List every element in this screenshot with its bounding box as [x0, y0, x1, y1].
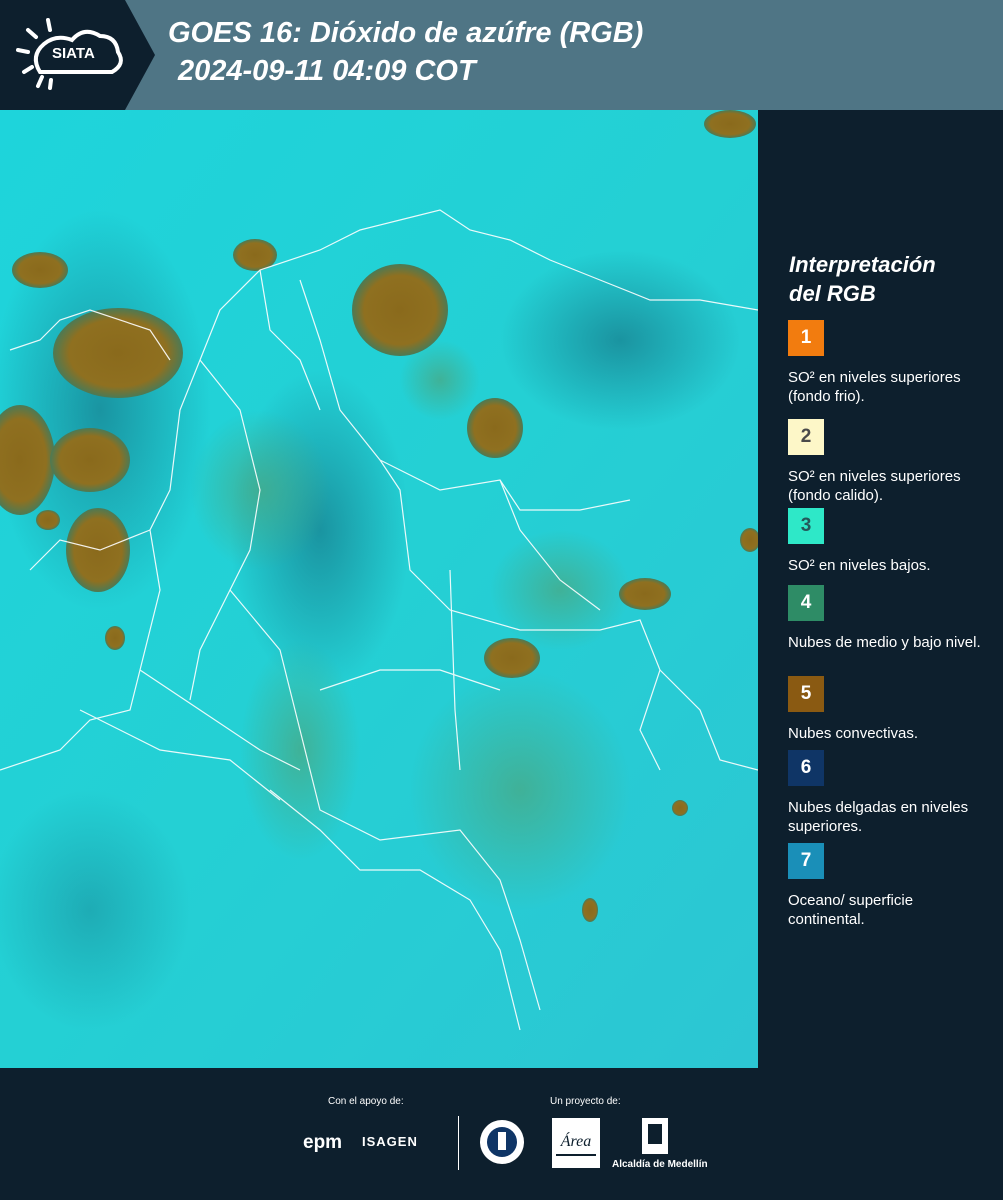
title-line-2: 2024-09-11 04:09 COT [178, 55, 476, 87]
legend-label-7: Oceano/ superficie continental. [788, 892, 914, 928]
alcaldia-seal-icon [642, 1118, 668, 1154]
epm-logo: epm [303, 1132, 343, 1153]
isagen-logo: ISAGEN [362, 1134, 418, 1149]
project-label: Un proyecto de: [550, 1096, 621, 1107]
legend-item-3: 3 SO² en niveles bajos. [788, 508, 993, 575]
legend-swatch-3: 3 [788, 508, 824, 544]
header: SIATA GOES 16: Dióxido de azúfre (RGB) 2… [0, 0, 1003, 110]
support-label: Con el apoyo de: [328, 1096, 404, 1107]
legend-swatch-2: 2 [788, 419, 824, 455]
legend-item-4: 4 Nubes de medio y bajo nivel. [788, 585, 993, 652]
legend-panel: Interpretación del RGB 1 SO² en niveles … [758, 110, 1003, 1068]
legend-label-4: Nubes de medio y bajo nivel. [788, 634, 981, 651]
footer: Con el apoyo de: Un proyecto de: epm ISA… [0, 1068, 1003, 1200]
page-title: GOES 16: Dióxido de azúfre (RGB) 2024-09… [168, 14, 643, 90]
legend-title-line-1: Interpretación [789, 252, 936, 277]
legend-item-2: 2 SO² en niveles superiores (fondo calid… [788, 419, 993, 515]
footer-divider [458, 1116, 459, 1170]
legend-label-3: SO² en niveles bajos. [788, 557, 931, 574]
legend-item-1: 1 SO² en niveles superiores (fondo frio)… [788, 320, 993, 406]
area-metropolitana-logo: Área [552, 1118, 600, 1168]
siata-logo-block: SIATA [0, 0, 155, 110]
legend-item-6: 6 Nubes delgadas en niveles superiores. [788, 750, 993, 836]
siata-logo-text: SIATA [52, 45, 95, 62]
satellite-map-image [0, 110, 758, 1068]
legend-item-7: 7 Oceano/ superficie continental. [788, 843, 993, 929]
legend-swatch-4: 4 [788, 585, 824, 621]
legend-title: Interpretación del RGB [789, 250, 936, 308]
title-line-1: GOES 16: Dióxido de azúfre (RGB) [168, 17, 644, 49]
legend-label-6: Nubes delgadas en niveles superiores. [788, 799, 969, 835]
legend-item-5: 5 Nubes convectivas. [788, 676, 993, 743]
legend-title-line-2: del RGB [789, 281, 876, 306]
legend-swatch-6: 6 [788, 750, 824, 786]
legend-swatch-5: 5 [788, 676, 824, 712]
legend-swatch-7: 7 [788, 843, 824, 879]
satellite-map[interactable] [0, 110, 758, 1068]
legend-label-1: SO² en niveles superiores (fondo frio). [788, 369, 961, 405]
legend-swatch-1: 1 [788, 320, 824, 356]
legend-label-5: Nubes convectivas. [788, 725, 919, 742]
university-seal-icon [480, 1120, 524, 1164]
alcaldia-label: Alcaldía de Medellín [612, 1159, 708, 1170]
svg-text:Área: Área [560, 1131, 592, 1150]
